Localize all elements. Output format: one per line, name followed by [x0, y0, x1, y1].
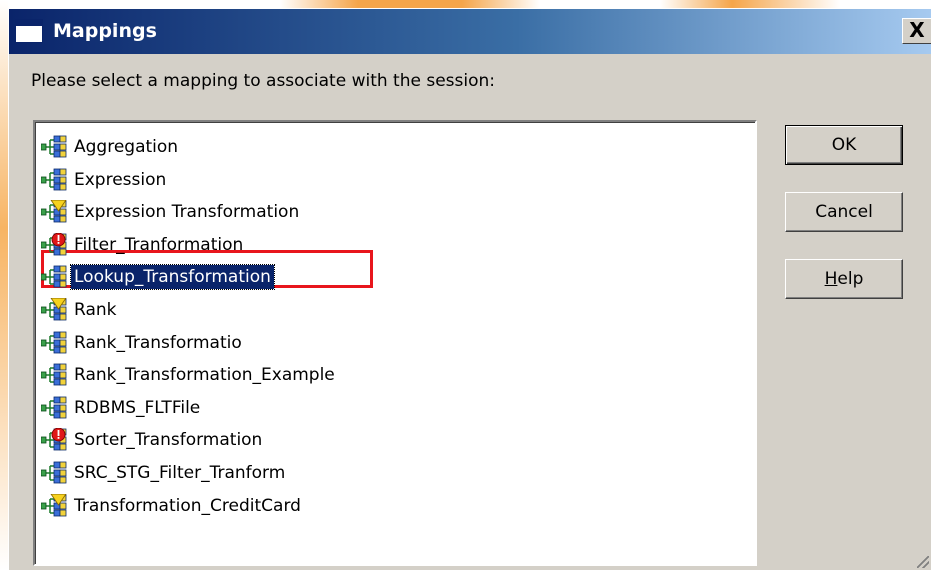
- mapping-list-item[interactable]: Aggregation: [40, 132, 181, 162]
- mapping-warning-icon: [40, 297, 67, 322]
- mapping-label: Expression Transformation: [74, 202, 300, 223]
- mapping-icon: [40, 331, 67, 355]
- background-decoration: [660, 0, 840, 8]
- mapping-label: SRC_STG_Filter_Tranform: [74, 463, 286, 483]
- screenshot-page: Mappings X Please select a mapping to as…: [0, 0, 931, 570]
- mapping-listbox[interactable]: Aggregation Expression Expression Transfor…: [33, 120, 757, 566]
- background-decoration: [0, 0, 8, 570]
- mapping-list-item[interactable]: Rank: [40, 295, 119, 325]
- mapping-list-item[interactable]: Expression Transformation: [40, 197, 302, 227]
- mapping-icon: [40, 168, 67, 192]
- help-button[interactable]: Help: [785, 259, 903, 299]
- mapping-list-item[interactable]: RDBMS_FLTFile: [40, 393, 203, 423]
- resize-grip[interactable]: [917, 556, 929, 568]
- mapping-icon: [40, 363, 67, 387]
- mapping-error-icon: [40, 427, 67, 452]
- mapping-icon: [40, 265, 67, 289]
- mapping-list-item[interactable]: Lookup_Transformation: [40, 262, 275, 292]
- mapping-label: Aggregation: [74, 137, 179, 157]
- mapping-list-item[interactable]: SRC_STG_Filter_Tranform: [40, 458, 288, 488]
- cancel-button[interactable]: Cancel: [785, 192, 903, 232]
- mapping-label: Sorter_Transformation: [74, 430, 263, 451]
- mapping-label: Lookup_Transformation: [70, 264, 275, 291]
- mapping-label: Filter_Tranformation: [74, 234, 244, 255]
- mapping-list-item[interactable]: Filter_Tranformation: [40, 230, 246, 260]
- mapping-icon: [40, 461, 67, 485]
- dialog-title: Mappings: [53, 20, 157, 42]
- mapping-list-item[interactable]: Rank_Transformation_Example: [40, 360, 338, 390]
- window-icon: [15, 19, 43, 43]
- mappings-dialog: Mappings X Please select a mapping to as…: [8, 8, 931, 570]
- mapping-warning-icon: [40, 493, 67, 518]
- mapping-label: Transformation_CreditCard: [74, 495, 301, 516]
- prompt-text: Please select a mapping to associate wit…: [31, 71, 496, 91]
- mapping-list-item[interactable]: Expression: [40, 165, 169, 195]
- mapping-label: Expression: [74, 169, 167, 190]
- mapping-warning-icon: [40, 199, 67, 224]
- help-label-rest: elp: [837, 269, 864, 289]
- mapping-list-item[interactable]: Transformation_CreditCard: [40, 491, 304, 521]
- mapping-list-item[interactable]: Sorter_Transformation: [40, 425, 265, 455]
- mapping-icon: [40, 396, 67, 420]
- ok-button[interactable]: OK: [785, 125, 903, 165]
- mapping-label: Rank_Transformation_Example: [74, 365, 335, 386]
- mapping-label: RDBMS_FLTFile: [74, 397, 201, 418]
- background-decoration: [280, 0, 540, 8]
- mapping-label: Rank_Transformatio: [74, 332, 242, 353]
- mapping-list-item[interactable]: Rank_Transformatio: [40, 328, 245, 358]
- help-mnemonic: H: [824, 269, 838, 289]
- close-button[interactable]: X: [902, 18, 931, 44]
- mapping-icon: [40, 135, 67, 159]
- title-bar[interactable]: Mappings X: [9, 9, 931, 54]
- mapping-label: Rank: [74, 300, 117, 320]
- mapping-error-icon: [40, 232, 67, 257]
